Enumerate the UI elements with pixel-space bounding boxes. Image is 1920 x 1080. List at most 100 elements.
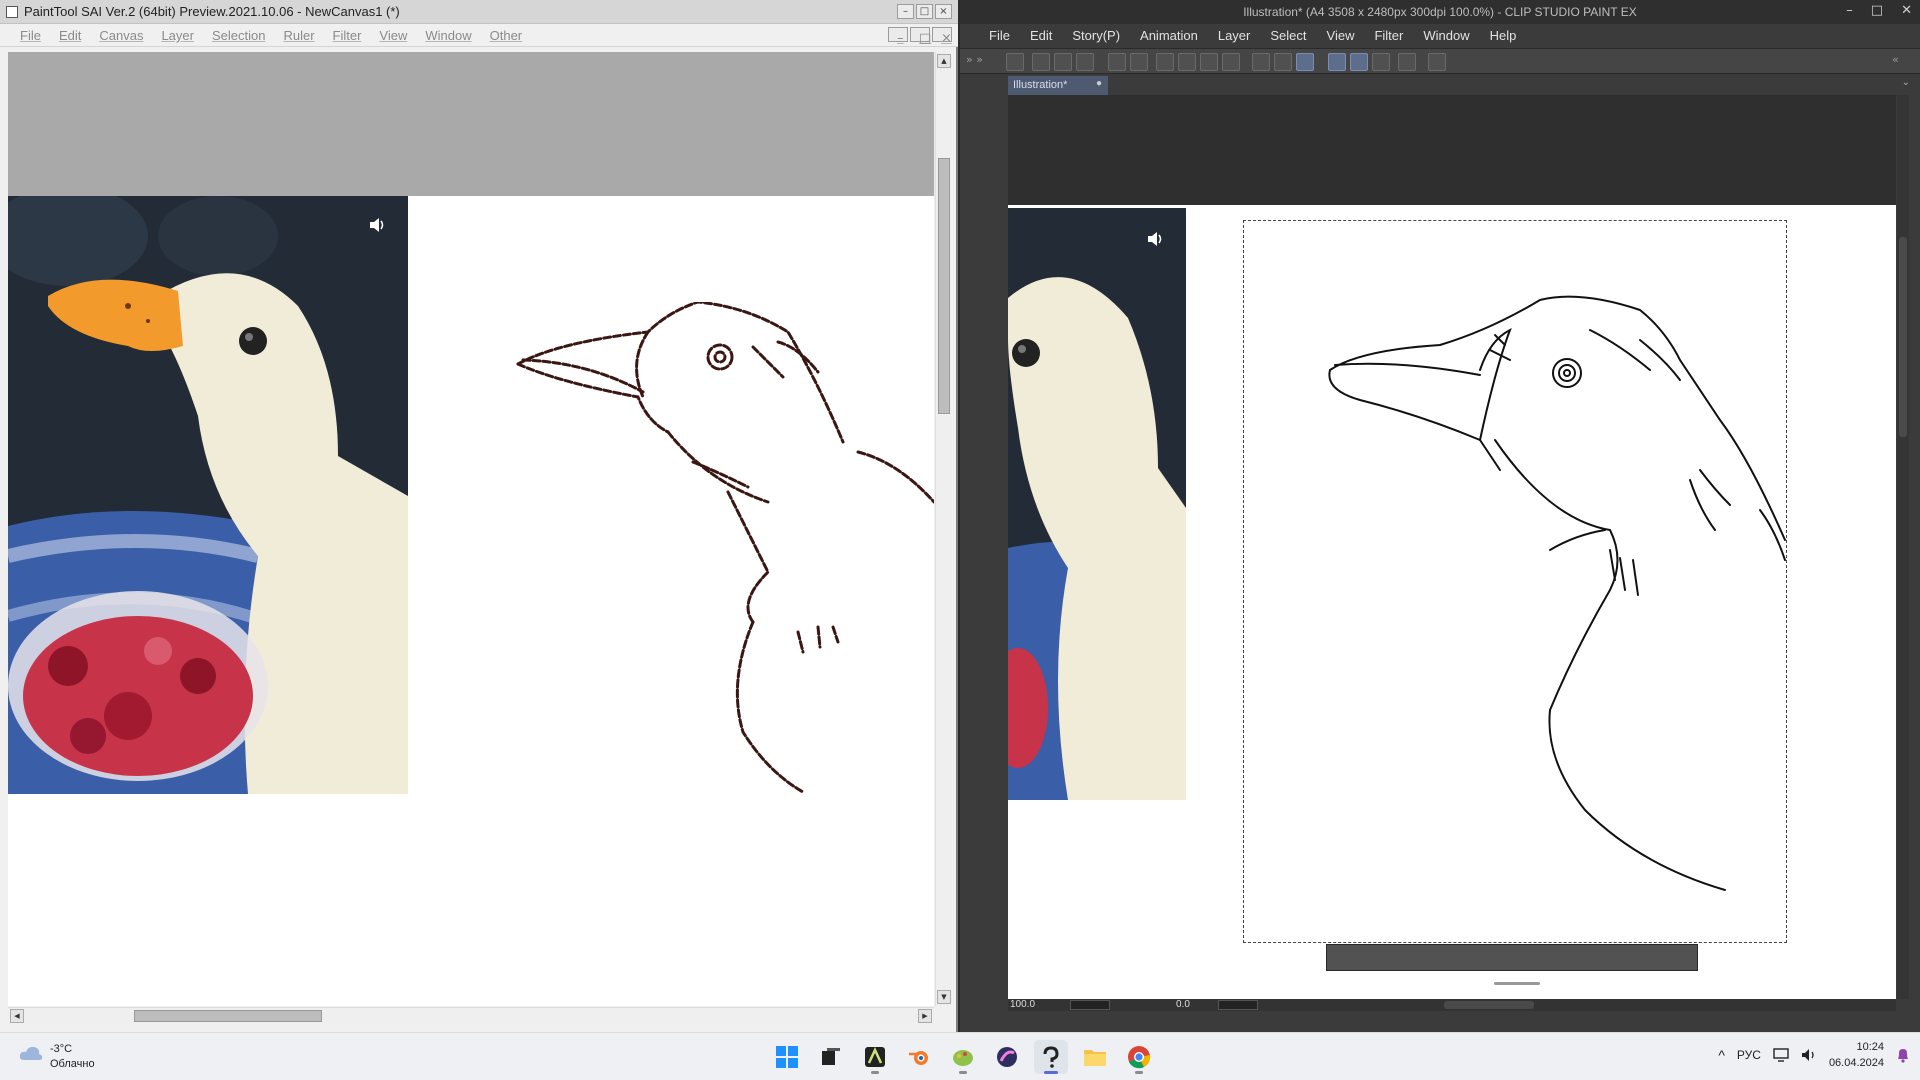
tab-illustration[interactable]: Illustration* ● [1008, 76, 1108, 95]
menu-ruler[interactable]: Ruler [275, 24, 324, 46]
scroll-right-button[interactable]: ▶ [918, 1009, 932, 1023]
csp-menu-animation[interactable]: Animation [1130, 24, 1208, 48]
csp-vertical-scroll-thumb[interactable] [1899, 237, 1907, 437]
tab-close-icon[interactable]: ● [1096, 78, 1102, 89]
zoom-slider[interactable] [1070, 1000, 1110, 1010]
taskbar-app-blender[interactable] [902, 1040, 936, 1074]
csp-maximize-button[interactable]: □ [1871, 3, 1883, 18]
taskbar-app-artrage[interactable] [946, 1040, 980, 1074]
menu-canvas[interactable]: Canvas [91, 24, 153, 46]
snap-to-special-ruler-icon[interactable] [1350, 53, 1368, 71]
sai-vertical-scrollbar[interactable]: ▲ ▼ [935, 52, 951, 1006]
sai-app-icon [6, 6, 18, 18]
rotation-slider[interactable] [1218, 1000, 1258, 1010]
companion-mode-icon[interactable] [1398, 53, 1416, 71]
csp-menu-file[interactable]: File [979, 24, 1020, 48]
weather-widget[interactable]: -3°C Облачно [18, 1042, 95, 1072]
tab-dropdown-icon[interactable]: ⌄ [1902, 77, 1910, 88]
new-file-icon[interactable] [1032, 53, 1050, 71]
sai-horizontal-scroll-thumb[interactable] [134, 1010, 322, 1022]
csp-menu-view[interactable]: View [1317, 24, 1365, 48]
menu-layer[interactable]: Layer [153, 24, 204, 46]
invert-selection-icon[interactable] [1274, 53, 1292, 71]
minimize-button[interactable]: – [897, 4, 914, 19]
clear-icon[interactable] [1156, 53, 1174, 71]
start-button[interactable] [770, 1040, 804, 1074]
menu-edit[interactable]: Edit [51, 24, 91, 46]
close-button[interactable]: × [935, 4, 952, 19]
csp-menu-edit[interactable]: Edit [1020, 24, 1062, 48]
panel-collapse-chevron-icon[interactable]: « [1892, 53, 1899, 66]
redo-icon[interactable] [1130, 53, 1148, 71]
csp-menu-filter[interactable]: Filter [1364, 24, 1413, 48]
canvas-restore-button[interactable]: □ [910, 27, 931, 45]
input-language[interactable]: РУС [1737, 1048, 1761, 1062]
launcher-drag-handle[interactable] [1494, 982, 1540, 985]
task-view-button[interactable] [814, 1040, 848, 1074]
sai-canvas-area[interactable] [8, 52, 934, 1006]
undo-icon[interactable] [1108, 53, 1126, 71]
menu-file[interactable]: File [12, 24, 51, 46]
volume-tray-icon[interactable] [1801, 1048, 1817, 1062]
canvas-close-button[interactable]: × [932, 27, 952, 45]
clear-outside-selection-icon[interactable] [1178, 53, 1196, 71]
clip-studio-icon [1043, 1046, 1059, 1068]
maximize-button[interactable]: □ [916, 4, 933, 19]
menu-other[interactable]: Other [482, 24, 533, 46]
palette-app-icon [953, 1050, 973, 1066]
taskbar-app-explorer[interactable] [1078, 1040, 1112, 1074]
transform-icon[interactable] [1222, 53, 1240, 71]
scroll-left-button[interactable]: ◀ [10, 1009, 24, 1023]
chrome-icon [1128, 1046, 1151, 1069]
show-selection-area-icon[interactable] [1296, 53, 1314, 71]
zoom-value[interactable]: 100.0 [1010, 999, 1035, 1011]
canvas-minimize-button[interactable]: – [888, 27, 908, 45]
csp-left-dock [960, 95, 1008, 1032]
menu-selection[interactable]: Selection [204, 24, 275, 46]
snap-to-ruler-icon[interactable] [1328, 53, 1346, 71]
clock[interactable]: 10:24 06.04.2024 [1829, 1039, 1884, 1071]
csp-horizontal-scroll-thumb[interactable] [1444, 1001, 1534, 1009]
csp-menu-layer[interactable]: Layer [1208, 24, 1261, 48]
snap-to-grid-icon[interactable] [1372, 53, 1390, 71]
csp-duck-photo-illustration [1008, 208, 1186, 800]
tray-overflow-chevron-icon[interactable]: ^ [1718, 1047, 1725, 1063]
network-icon[interactable] [1773, 1048, 1789, 1062]
task-view-icon [822, 1048, 840, 1065]
taskbar-app-chrome[interactable] [1122, 1040, 1156, 1074]
menu-filter[interactable]: Filter [325, 24, 372, 46]
menu-view[interactable]: View [371, 24, 417, 46]
sai-vertical-scroll-thumb[interactable] [938, 158, 950, 414]
volume-icon[interactable] [368, 216, 386, 234]
csp-volume-icon[interactable] [1146, 230, 1164, 248]
sai-titlebar[interactable]: PaintTool SAI Ver.2 (64bit) Preview.2021… [0, 0, 958, 24]
clip-studio-home-icon[interactable] [1006, 53, 1024, 71]
csp-close-button[interactable]: ✕ [1901, 3, 1912, 18]
fill-icon[interactable] [1200, 53, 1218, 71]
notification-bell-icon[interactable] [1896, 1047, 1910, 1063]
csp-menu-select[interactable]: Select [1260, 24, 1316, 48]
csp-minimize-button[interactable]: – [1846, 3, 1853, 18]
scroll-up-button[interactable]: ▲ [937, 54, 951, 68]
csp-menu-help[interactable]: Help [1480, 24, 1527, 48]
rotation-angle-value[interactable]: 0.0 [1176, 999, 1190, 1011]
csp-duck-sketch [1328, 295, 1786, 891]
taskbar-app-clip-studio[interactable] [1034, 1040, 1068, 1074]
taskbar-app-gamer[interactable] [858, 1040, 892, 1074]
help-icon[interactable] [1428, 53, 1446, 71]
scroll-down-button[interactable]: ▼ [937, 990, 951, 1004]
weather-description: Облачно [50, 1058, 95, 1070]
save-icon[interactable] [1076, 53, 1094, 71]
csp-menu-window[interactable]: Window [1413, 24, 1479, 48]
csp-titlebar[interactable]: Illustration* (A4 3508 x 2480px 300dpi 1… [960, 0, 1920, 24]
deselect-icon[interactable] [1252, 53, 1270, 71]
menu-window[interactable]: Window [417, 24, 481, 46]
sai-horizontal-scrollbar[interactable]: ◀ ▶ [8, 1007, 934, 1023]
taskbar-app-krita[interactable] [990, 1040, 1024, 1074]
open-file-icon[interactable] [1054, 53, 1072, 71]
csp-command-bar: » » « [960, 48, 1920, 74]
csp-menu-story[interactable]: Story(P) [1062, 24, 1130, 48]
clock-date: 06.04.2024 [1828, 1057, 1884, 1069]
panel-expand-chevron-icon[interactable]: » » [966, 53, 983, 66]
csp-vertical-scrollbar[interactable] [1897, 95, 1909, 999]
